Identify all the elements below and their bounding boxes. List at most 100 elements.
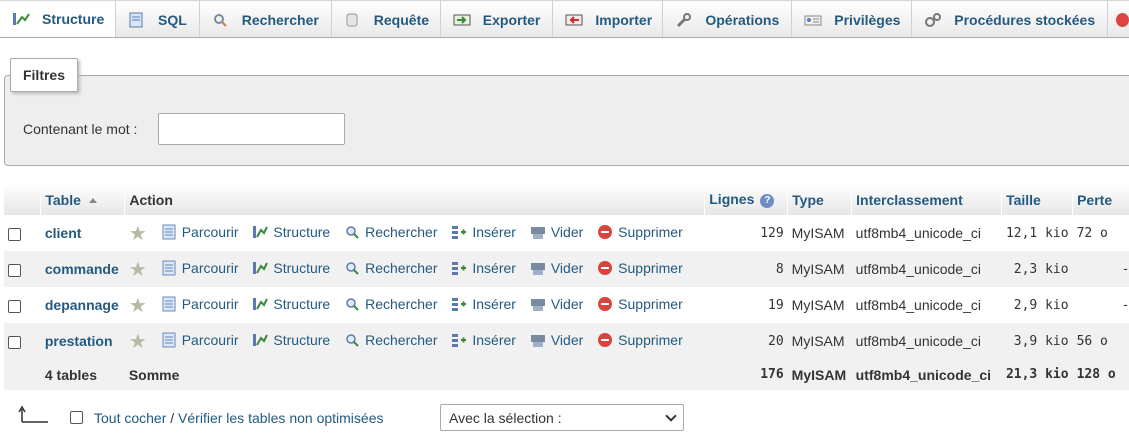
tab-routines[interactable]: Procédures stockées — [912, 0, 1109, 37]
tab-search[interactable]: Rechercher — [199, 0, 332, 37]
table-size[interactable]: 2,3 kio — [1001, 251, 1073, 287]
empty-icon — [530, 260, 546, 276]
insert-label: Insérer — [472, 295, 516, 312]
table-size[interactable]: 3,9 kio — [1001, 323, 1073, 359]
filter-input[interactable] — [158, 113, 345, 145]
header-collation[interactable]: Interclassement — [851, 184, 1003, 215]
drop-action[interactable]: Supprimer — [597, 296, 683, 312]
structure-label: Structure — [273, 223, 331, 240]
with-selected-select[interactable]: Avec la sélection : — [440, 404, 684, 431]
header-overhead[interactable]: Perte — [1072, 184, 1129, 215]
summary-type: MyISAM — [787, 359, 852, 390]
insert-action[interactable]: Insérer — [451, 296, 516, 312]
browse-action[interactable]: Parcourir — [161, 332, 239, 348]
empty-action[interactable]: Vider — [530, 260, 583, 276]
header-action: Action — [124, 184, 706, 215]
structure-action[interactable]: Structure — [252, 260, 330, 276]
table-size[interactable]: 2,9 kio — [1001, 287, 1073, 323]
search-action[interactable]: Rechercher — [344, 260, 437, 276]
row-select-cell — [4, 215, 41, 251]
search-icon — [344, 224, 360, 240]
header-size[interactable]: Taille — [1001, 184, 1074, 215]
table-name-link[interactable]: depannage — [45, 297, 119, 313]
table-name-link[interactable]: prestation — [45, 333, 113, 349]
favorite-star-icon[interactable]: ★ — [129, 332, 147, 352]
search-action[interactable]: Rechercher — [344, 296, 437, 312]
summary-collation: utf8mb4_unicode_ci — [851, 359, 1002, 390]
tab-import[interactable]: Importer — [553, 0, 664, 37]
tab-label: Exporter — [482, 11, 541, 28]
routines-icon — [924, 12, 942, 28]
collation: utf8mb4_unicode_ci — [851, 215, 1002, 251]
tab-sql[interactable]: SQL — [116, 0, 200, 37]
actions-cell: ★ Parcourir Structure Rechercher Insérer… — [124, 287, 705, 323]
bulk-separator: / — [166, 410, 179, 426]
insert-action[interactable]: Insérer — [451, 224, 516, 240]
search-action[interactable]: Rechercher — [344, 224, 437, 240]
actions-cell: ★ Parcourir Structure Rechercher Insérer… — [124, 215, 705, 251]
tab-structure[interactable]: Structure — [0, 0, 116, 37]
structure-icon — [252, 332, 269, 348]
empty-action[interactable]: Vider — [530, 296, 583, 312]
empty-action[interactable]: Vider — [530, 224, 583, 240]
drop-icon — [597, 332, 613, 348]
check-unoptimized-link[interactable]: Vérifier les tables non optimisées — [178, 410, 383, 426]
check-all-checkbox[interactable] — [70, 411, 83, 424]
browse-label: Parcourir — [181, 295, 239, 312]
empty-icon — [530, 224, 546, 240]
row-checkbox[interactable] — [8, 299, 21, 313]
empty-action[interactable]: Vider — [530, 332, 583, 348]
search-action[interactable]: Rechercher — [344, 332, 437, 348]
structure-icon — [252, 260, 269, 276]
search-label: Rechercher — [365, 223, 438, 240]
structure-icon — [252, 296, 269, 312]
row-checkbox[interactable] — [8, 227, 21, 241]
browse-action[interactable]: Parcourir — [161, 260, 239, 276]
structure-action[interactable]: Structure — [252, 224, 330, 240]
browse-action[interactable]: Parcourir — [161, 224, 239, 240]
drop-action[interactable]: Supprimer — [597, 260, 683, 276]
browse-icon — [161, 260, 177, 276]
structure-icon — [252, 224, 269, 240]
help-icon[interactable]: ? — [760, 193, 775, 208]
check-all-link[interactable]: Tout cocher — [94, 410, 166, 426]
favorite-star-icon[interactable]: ★ — [129, 296, 147, 316]
drop-action[interactable]: Supprimer — [597, 332, 683, 348]
favorite-star-icon[interactable]: ★ — [129, 260, 147, 280]
header-table-label: Table — [45, 191, 81, 208]
header-rows[interactable]: Lignes? — [704, 184, 789, 215]
engine-type: MyISAM — [787, 323, 852, 359]
tab-operations[interactable]: Opérations — [663, 0, 793, 37]
row-checkbox[interactable] — [8, 335, 21, 349]
table-name-link[interactable]: commande — [45, 261, 119, 277]
drop-label: Supprimer — [618, 331, 683, 348]
empty-label: Vider — [550, 223, 584, 240]
table-name-cell: commande — [40, 251, 125, 287]
row-checkbox[interactable] — [8, 263, 21, 277]
browse-action[interactable]: Parcourir — [161, 296, 239, 312]
tab-more[interactable] — [1108, 0, 1129, 37]
tab-label: Structure — [42, 11, 105, 27]
header-table[interactable]: Table — [40, 184, 126, 215]
summary-row: 4 tables Somme 176 MyISAM utf8mb4_unicod… — [4, 359, 1129, 390]
insert-icon — [451, 332, 467, 348]
insert-action[interactable]: Insérer — [451, 332, 516, 348]
favorite-star-icon[interactable]: ★ — [129, 224, 147, 244]
import-icon — [565, 12, 583, 28]
table-size[interactable]: 12,1 kio — [1001, 215, 1073, 251]
tab-privileges[interactable]: Privilèges — [792, 0, 913, 37]
empty-icon — [530, 332, 546, 348]
header-select — [4, 184, 42, 215]
header-type[interactable]: Type — [787, 184, 853, 215]
tab-query[interactable]: Requête — [331, 0, 441, 37]
structure-action[interactable]: Structure — [252, 332, 330, 348]
drop-action[interactable]: Supprimer — [597, 224, 683, 240]
search-icon — [212, 12, 230, 28]
table-name-link[interactable]: client — [45, 225, 82, 241]
tab-export[interactable]: Exporter — [440, 0, 554, 37]
collation: utf8mb4_unicode_ci — [851, 287, 1002, 323]
query-icon — [344, 12, 362, 28]
overhead: 72 o — [1072, 215, 1129, 251]
insert-action[interactable]: Insérer — [451, 260, 516, 276]
structure-action[interactable]: Structure — [252, 296, 330, 312]
